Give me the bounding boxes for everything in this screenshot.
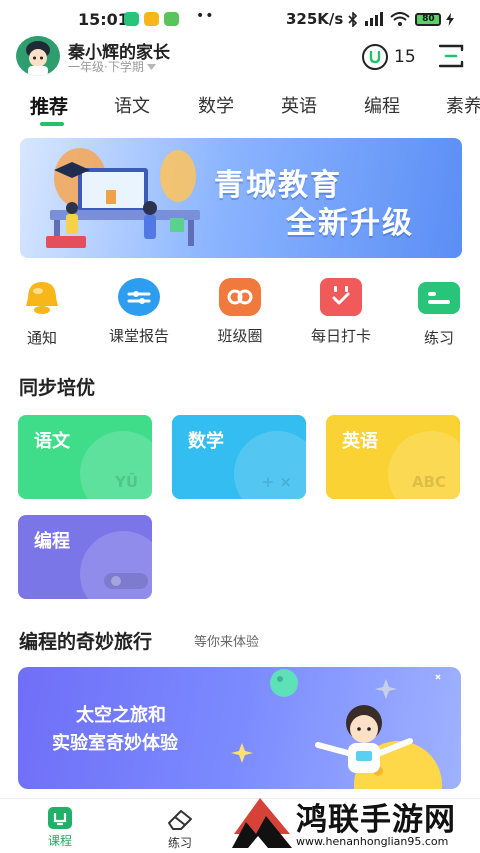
quick-class-report[interactable]: 课堂报告 — [94, 278, 184, 346]
charging-icon — [446, 12, 455, 26]
bell-icon — [20, 278, 64, 318]
promo-banner[interactable]: 青城教育 全新升级 — [20, 138, 462, 258]
watermark: 鸿联手游网 www.henanhonglian95.com — [226, 792, 480, 853]
status-time: 15:01 — [78, 10, 129, 29]
nav-course-label: 课程 — [47, 834, 72, 848]
quick-class-circle-label: 班级圈 — [217, 327, 263, 345]
subject-card-english[interactable]: ABC 英语 — [326, 415, 460, 499]
promo-title: 太空之旅和 — [76, 705, 166, 726]
bluetooth-icon — [348, 11, 358, 27]
network-speed: 325K/s — [286, 10, 344, 28]
coding-section-title: 编程的奇妙旅行 — [19, 631, 153, 653]
more-notifications-icon: •• — [196, 8, 215, 24]
status-right: 325K/s 80 — [286, 10, 455, 28]
status-bar: 15:01 •• 325K/s 80 — [0, 0, 480, 36]
class-circle-icon — [219, 278, 261, 316]
nav-practice-label: 练习 — [167, 836, 192, 850]
quick-class-report-label: 课堂报告 — [108, 327, 169, 345]
grade-selector[interactable]: 一年级·下学期 — [68, 58, 156, 75]
quick-practice-label: 练习 — [423, 329, 454, 347]
caret-down-icon — [146, 63, 156, 70]
tab-literacy[interactable]: 素养 — [446, 92, 480, 118]
message-notification-icon — [144, 12, 159, 26]
tab-chinese[interactable]: 语文 — [114, 92, 150, 118]
quick-daily-checkin-label: 每日打卡 — [310, 327, 371, 345]
quick-notice-label: 通知 — [26, 329, 57, 347]
banner-illustration — [46, 148, 200, 248]
tab-math[interactable]: 数学 — [198, 92, 234, 118]
quick-actions: 通知 课堂报告 班级圈 每日打卡 练习 — [0, 278, 480, 358]
battery-icon: 80 — [415, 12, 442, 26]
calendar-check-icon — [320, 278, 362, 316]
menu-icon — [438, 44, 464, 68]
category-tabs: 推荐 语文 数学 英语 编程 素养 — [0, 88, 480, 132]
app-notification-icon — [124, 12, 139, 26]
quick-notice[interactable]: 通知 — [0, 278, 87, 348]
tab-active-indicator — [40, 122, 64, 126]
subject-label: 语文 — [34, 431, 70, 452]
sync-section-title: 同步培优 — [19, 377, 96, 399]
watermark-url: www.henanhonglian95.com — [296, 835, 449, 848]
avatar[interactable] — [16, 36, 60, 76]
subject-card-coding[interactable]: 编程 — [18, 515, 152, 599]
tab-english[interactable]: 英语 — [281, 92, 317, 118]
status-app-icons — [124, 12, 179, 26]
subject-card-chinese[interactable]: YŪ 语文 — [18, 415, 152, 499]
signal-icon — [365, 12, 384, 26]
tab-recommend[interactable]: 推荐 — [30, 92, 68, 119]
nav-course[interactable]: 课程 — [30, 807, 90, 849]
tab-coding[interactable]: 编程 — [364, 92, 400, 118]
practice-icon — [418, 282, 460, 314]
promo-subtitle: 实验室奇妙体验 — [52, 733, 178, 754]
space-illustration — [231, 669, 442, 789]
header: 秦小辉的家长 一年级·下学期 15 — [0, 36, 480, 80]
quick-practice[interactable]: 练习 — [394, 278, 480, 348]
subject-label: 英语 — [342, 431, 378, 452]
subject-label: 编程 — [34, 531, 70, 552]
subject-deco-text: ABC — [411, 473, 446, 491]
coin-badge[interactable]: 15 — [362, 44, 416, 70]
subject-label: 数学 — [188, 431, 224, 452]
coding-promo-card[interactable]: 太空之旅和 实验室奇妙体验 — [18, 667, 461, 789]
watermark-logo — [232, 798, 292, 848]
report-icon — [118, 278, 160, 316]
toggle-deco-icon — [104, 573, 148, 589]
subject-card-math[interactable]: + × 数学 — [172, 415, 306, 499]
avatar-image — [18, 36, 58, 76]
nav-practice[interactable]: 练习 — [150, 807, 210, 851]
eraser-icon — [168, 810, 192, 830]
coding-section-subtitle: 等你来体验 — [194, 635, 260, 650]
wifi-icon — [390, 12, 411, 26]
quick-daily-checkin[interactable]: 每日打卡 — [296, 278, 386, 346]
grade-label: 一年级·下学期 — [68, 60, 144, 74]
download-notification-icon — [164, 12, 179, 26]
menu-button[interactable] — [438, 44, 464, 68]
coin-count: 15 — [394, 47, 416, 67]
course-icon — [48, 807, 72, 829]
quick-class-circle[interactable]: 班级圈 — [195, 278, 285, 346]
watermark-title: 鸿联手游网 — [296, 802, 456, 838]
subject-deco-text: YŪ — [114, 473, 138, 491]
subject-deco-text: + × — [261, 473, 292, 491]
coin-icon — [362, 44, 388, 70]
banner-subtitle: 全新升级 — [286, 206, 414, 241]
